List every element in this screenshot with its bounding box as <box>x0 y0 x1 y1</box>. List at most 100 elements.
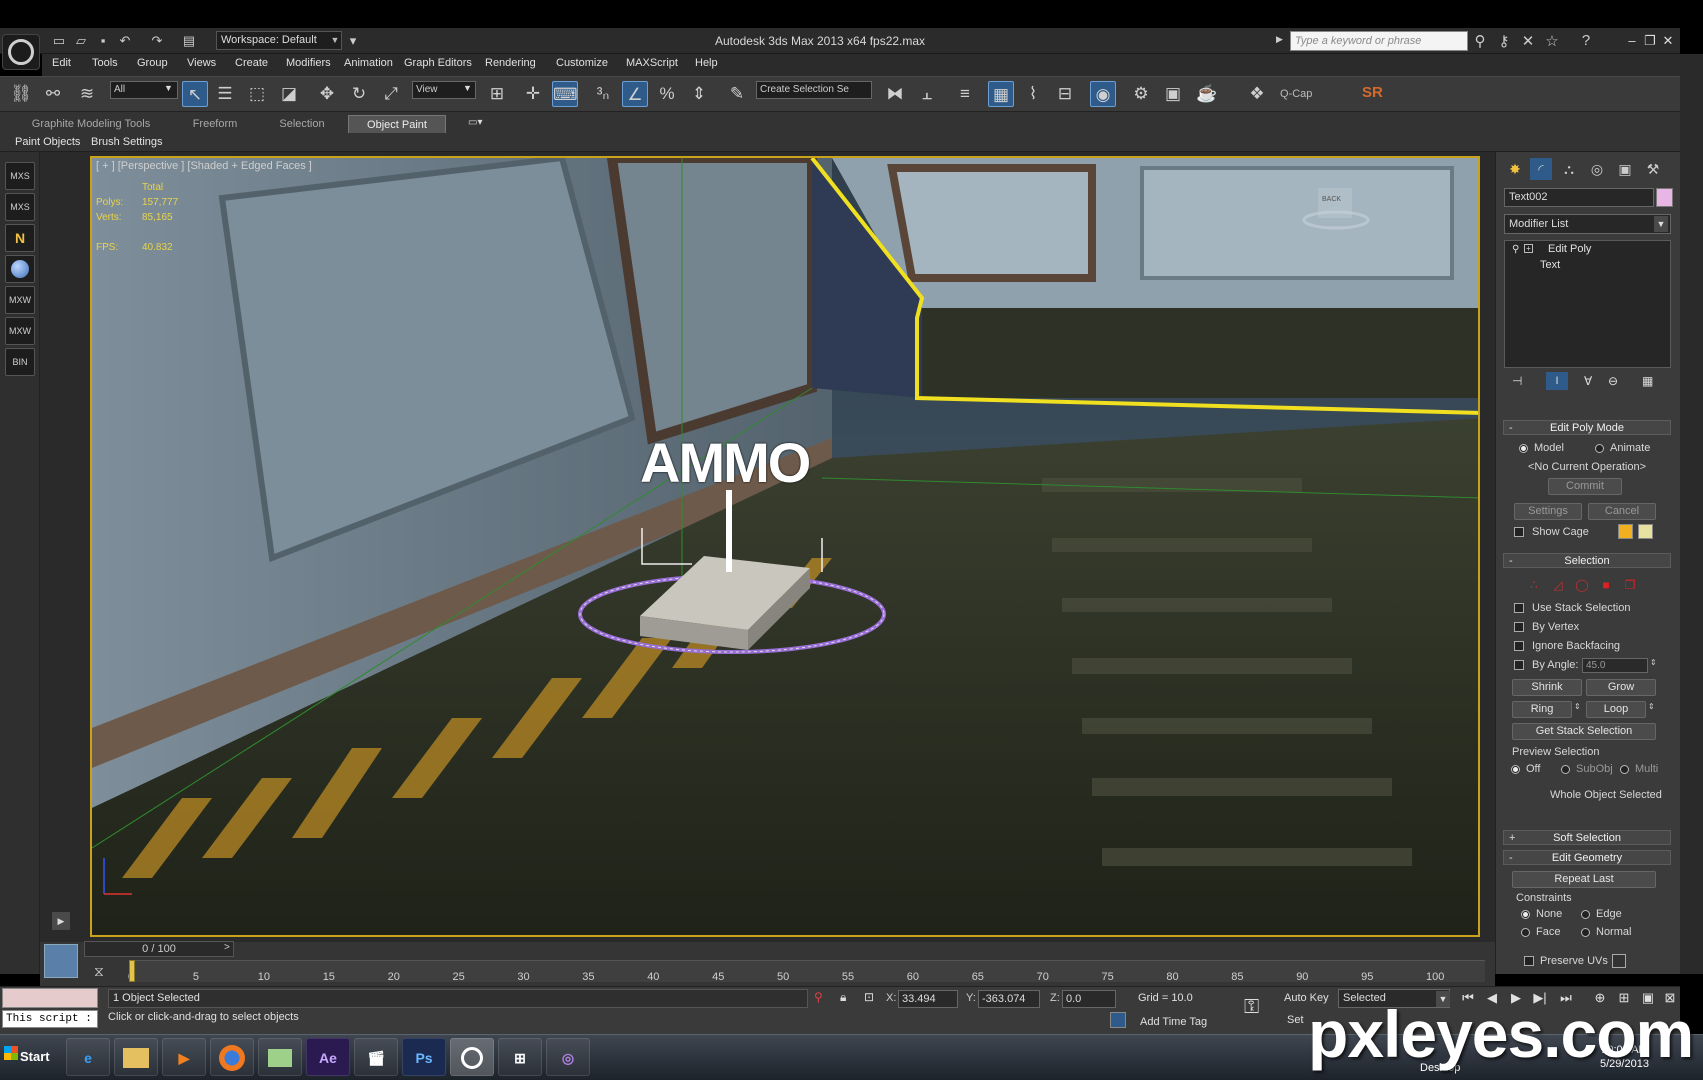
menu-graph-editors[interactable]: Graph Editors <box>404 57 472 69</box>
sr-button[interactable]: SR <box>1362 84 1383 101</box>
save-file-icon[interactable]: ▪ <box>94 33 112 49</box>
help-icon[interactable]: ? <box>1576 32 1596 49</box>
viewcube-label[interactable]: BACK <box>1322 196 1341 203</box>
minimize-button[interactable]: – <box>1624 33 1640 48</box>
new-file-icon[interactable]: ▭ <box>50 33 68 49</box>
manipulate-icon[interactable]: ✛ <box>520 81 546 107</box>
firefox-icon[interactable] <box>210 1038 254 1076</box>
graphite-toggle-icon[interactable]: ▦ <box>988 81 1014 107</box>
undo-icon[interactable]: ↶ <box>116 33 134 49</box>
z-coord-field[interactable]: 0.0 <box>1062 990 1116 1008</box>
mxs-script-icon[interactable]: MXS <box>5 162 35 190</box>
chevron-down-icon[interactable]: ▼ <box>463 83 472 93</box>
viewport-label[interactable]: [ + ] [Perspective ] [Shaded + Edged Fac… <box>96 160 312 172</box>
constraint-normal-radio[interactable] <box>1581 928 1590 937</box>
lightbulb-icon[interactable]: ⚲ <box>1512 244 1519 255</box>
modify-tab-icon[interactable]: ◜ <box>1530 158 1552 180</box>
window-crossing-icon[interactable]: ◪ <box>276 81 302 107</box>
angle-spinner[interactable]: 45.0 <box>1582 658 1648 673</box>
project-folder-icon[interactable]: ▤ <box>180 33 198 49</box>
tab-selection[interactable]: Selection <box>264 115 340 133</box>
element-mode-icon[interactable]: ❐ <box>1622 578 1638 592</box>
movie-clapper-icon[interactable]: 🎬︎ <box>354 1038 398 1076</box>
motion-tab-icon[interactable]: ◎ <box>1586 158 1608 180</box>
network-app-icon[interactable]: ⊞ <box>498 1038 542 1076</box>
mirror-icon[interactable]: ⧓ <box>882 81 908 107</box>
rotate-icon[interactable]: ↻ <box>346 81 372 107</box>
rollout-selection[interactable]: - Selection <box>1503 553 1671 568</box>
object-color-swatch[interactable] <box>1656 188 1673 207</box>
plugin-icon[interactable]: ❖ <box>1244 81 1270 107</box>
rollout-soft-selection[interactable]: + Soft Selection <box>1503 830 1671 845</box>
preserve-uvs-checkbox[interactable] <box>1524 956 1534 966</box>
settings-button[interactable]: Settings <box>1514 503 1582 520</box>
create-tab-icon[interactable]: ✸ <box>1504 158 1526 180</box>
close-button[interactable]: ✕ <box>1660 33 1676 49</box>
communication-center-icon[interactable]: ✕ <box>1518 32 1538 50</box>
folder-icon[interactable] <box>258 1038 302 1076</box>
model-radio[interactable] <box>1519 444 1528 453</box>
border-mode-icon[interactable]: ◯ <box>1574 578 1590 592</box>
menu-group[interactable]: Group <box>137 57 168 69</box>
stack-item-text[interactable]: Text <box>1540 259 1560 271</box>
preview-off-radio[interactable] <box>1511 765 1520 774</box>
edge-mode-icon[interactable]: ◿ <box>1550 578 1566 592</box>
utilities-tab-icon[interactable]: ⚒ <box>1642 158 1664 180</box>
schematic-view-icon[interactable]: ⊟ <box>1052 81 1078 107</box>
3dsmax-taskbar-icon[interactable] <box>450 1038 494 1076</box>
workspace-dropdown[interactable]: Workspace: Default <box>216 31 342 50</box>
customize-quick-access-icon[interactable]: ▾ <box>344 33 362 49</box>
binoculars-icon[interactable]: ⚲ <box>1470 32 1490 50</box>
render-teapot-icon[interactable]: ☕ <box>1194 81 1220 107</box>
object-name-field[interactable]: Text002 <box>1504 188 1654 207</box>
cancel-button[interactable]: Cancel <box>1588 503 1656 520</box>
internet-explorer-icon[interactable]: e <box>66 1038 110 1076</box>
cage-selected-color-swatch[interactable] <box>1638 524 1653 539</box>
expand-plus-icon[interactable]: + <box>1524 244 1533 253</box>
by-vertex-checkbox[interactable] <box>1514 622 1524 632</box>
menu-animation[interactable]: Animation <box>344 57 393 69</box>
chevron-down-icon[interactable]: ▼ <box>1654 216 1668 232</box>
ribbon-options-icon[interactable]: ▭▾ <box>468 117 482 128</box>
repeat-last-button[interactable]: Repeat Last <box>1512 871 1656 888</box>
rollout-edit-poly-mode[interactable]: - Edit Poly Mode <box>1503 420 1671 435</box>
preserve-uvs-settings-icon[interactable] <box>1612 954 1626 968</box>
search-input[interactable]: Type a keyword or phrase <box>1290 31 1468 51</box>
chevron-down-icon[interactable]: ▼ <box>164 83 173 93</box>
show-end-result-icon[interactable]: I <box>1546 372 1568 390</box>
menu-maxscript[interactable]: MAXScript <box>626 57 678 69</box>
material-editor-icon[interactable]: ◉ <box>1090 81 1116 107</box>
tab-freeform[interactable]: Freeform <box>172 115 258 133</box>
selection-lock-icon[interactable]: 🔒︎ <box>840 990 846 1005</box>
next-frame-arrow-icon[interactable]: > <box>224 942 230 953</box>
commit-button[interactable]: Commit <box>1548 478 1622 495</box>
ignore-backfacing-checkbox[interactable] <box>1514 641 1524 651</box>
bin-script-icon[interactable]: BIN <box>5 348 35 376</box>
stack-item-edit-poly[interactable]: Edit Poly <box>1548 243 1591 255</box>
rectangular-selection-icon[interactable]: ⬚ <box>244 81 270 107</box>
percent-snap-icon[interactable]: % <box>654 81 680 107</box>
spinner-arrows-icon[interactable]: ⇕ <box>1574 702 1581 711</box>
menu-rendering[interactable]: Rendering <box>485 57 536 69</box>
make-unique-icon[interactable]: ∀ <box>1584 374 1592 388</box>
after-effects-icon[interactable]: Ae <box>306 1038 350 1076</box>
layer-manager-icon[interactable]: ≡ <box>952 81 978 107</box>
file-explorer-icon[interactable] <box>114 1038 158 1076</box>
show-cage-checkbox[interactable] <box>1514 527 1524 537</box>
hierarchy-tab-icon[interactable]: ⛬ <box>1558 158 1580 180</box>
keyboard-shortcut-override-icon[interactable]: ⌨ <box>552 81 578 107</box>
mxs-script-icon[interactable]: MXS <box>5 193 35 221</box>
select-by-name-icon[interactable]: ☰ <box>212 81 238 107</box>
qcap-label[interactable]: Q-Cap <box>1280 88 1312 100</box>
expand-arrow-icon[interactable]: ▶ <box>1276 34 1283 45</box>
start-button[interactable]: Start <box>2 1040 54 1074</box>
named-selection-dropdown[interactable]: Create Selection Se <box>756 81 872 99</box>
spinner-arrows-icon[interactable]: ⇕ <box>1648 702 1655 711</box>
menu-customize[interactable]: Customize <box>556 57 608 69</box>
select-object-icon[interactable]: ↖ <box>182 81 208 107</box>
ring-button[interactable]: Ring <box>1512 701 1572 718</box>
menu-create[interactable]: Create <box>235 57 268 69</box>
loop-button[interactable]: Loop <box>1586 701 1646 718</box>
cage-color-swatch[interactable] <box>1618 524 1633 539</box>
menu-edit[interactable]: Edit <box>52 57 71 69</box>
